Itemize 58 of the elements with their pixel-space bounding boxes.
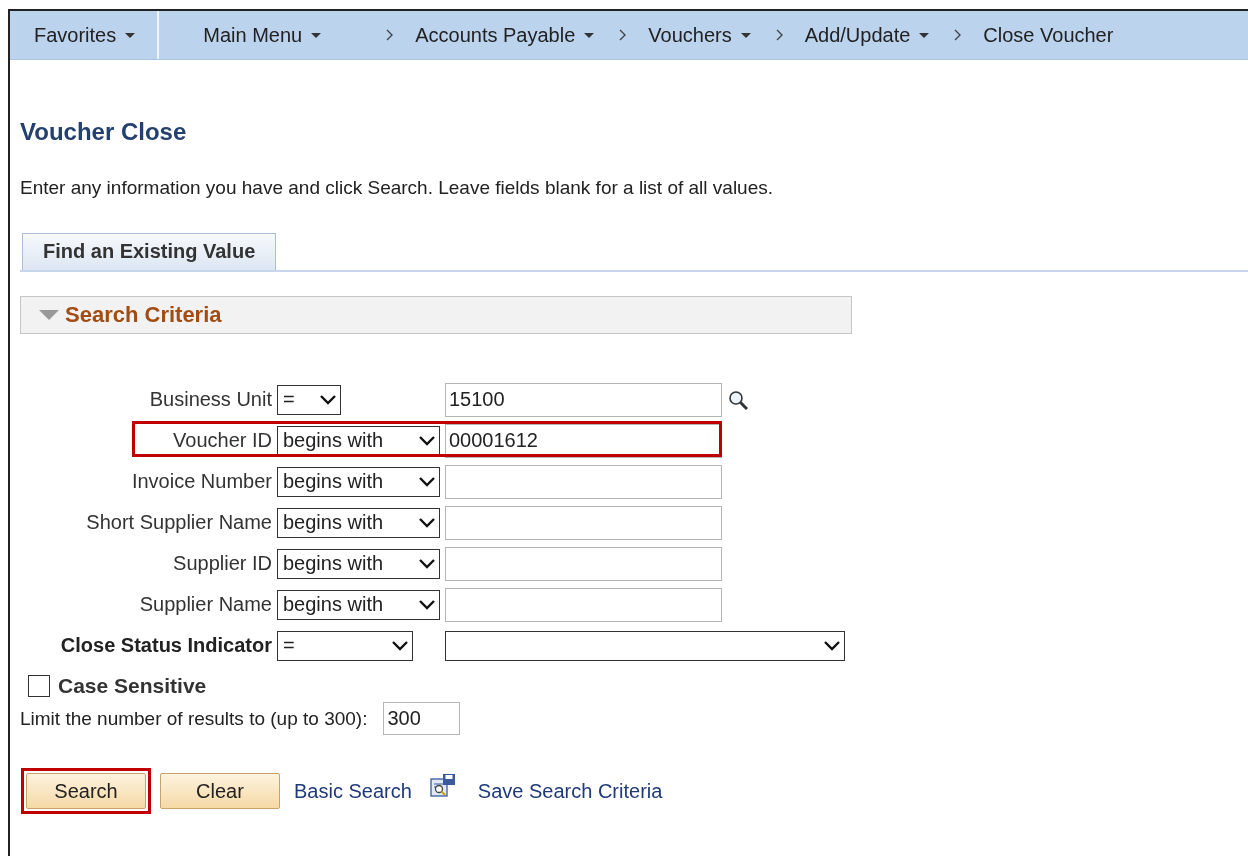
chevron-icon — [953, 28, 963, 42]
field-label: Supplier Name — [138, 593, 273, 616]
caret-icon — [311, 32, 322, 38]
chevron-down-icon — [824, 640, 840, 651]
caret-icon — [740, 32, 751, 38]
chevron-down-icon — [392, 640, 408, 651]
chevron-down-icon — [320, 394, 336, 405]
chevron-down-icon — [419, 599, 435, 610]
nav-menu-item[interactable]: Favorites — [10, 11, 160, 59]
chevron-down-icon — [419, 435, 435, 446]
nav-menu-item[interactable]: Accounts Payable — [375, 11, 605, 59]
value-field[interactable] — [445, 546, 722, 581]
limit-label: Limit the number of results to (up to 300): — [20, 707, 368, 730]
value-field[interactable] — [445, 587, 722, 622]
field-label: Business Unit — [148, 388, 273, 411]
field-label: Voucher ID — [172, 429, 273, 452]
value-dropdown[interactable] — [445, 630, 845, 661]
page-title: Voucher Close — [20, 118, 188, 146]
value-field[interactable] — [445, 464, 722, 499]
field-label: Close Status Indicator — [59, 634, 273, 657]
nav-menu-item[interactable]: Close Voucher — [943, 11, 1124, 59]
section-title: Search Criteria — [65, 302, 222, 328]
operator-dropdown[interactable]: begins with — [277, 425, 440, 456]
chevron-down-icon — [419, 558, 435, 569]
value-field[interactable] — [445, 505, 722, 540]
instructions-text: Enter any information you have and click Search. Leave fields blank for a list of all values. — [20, 177, 774, 199]
chevron-icon — [618, 28, 628, 42]
basic-search-link[interactable]: Basic Search — [294, 779, 412, 803]
chevron-down-icon — [419, 517, 435, 528]
nav-menu-item[interactable]: Add/Update — [764, 11, 940, 59]
action-button[interactable]: Clear — [160, 773, 280, 809]
field-label: Invoice Number — [130, 470, 273, 493]
value-field[interactable]: 15100 — [445, 382, 722, 417]
chevron-icon — [774, 28, 784, 42]
action-button[interactable]: Search — [26, 773, 146, 809]
limit-field[interactable]: 300 — [383, 702, 461, 735]
field-label: Short Supplier Name — [85, 511, 273, 534]
operator-dropdown[interactable]: = — [277, 384, 341, 415]
nav-menu-item[interactable]: Vouchers — [608, 11, 761, 59]
chevron-icon — [385, 28, 395, 42]
operator-dropdown[interactable]: begins with — [277, 466, 440, 497]
caret-icon — [125, 32, 136, 38]
operator-dropdown[interactable]: begins with — [277, 589, 440, 620]
save-link[interactable]: Save Search Criteria — [477, 779, 663, 803]
search-icon — [728, 389, 748, 410]
caret-icon — [584, 32, 595, 38]
chevron-down-icon — [419, 476, 435, 487]
operator-dropdown[interactable]: = — [277, 630, 413, 661]
checkbox-label: Case Sensitive — [58, 674, 207, 698]
checkbox[interactable] — [28, 675, 50, 697]
operator-dropdown[interactable]: begins with — [277, 507, 440, 538]
tab[interactable]: Find an Existing Value — [22, 233, 277, 270]
operator-dropdown[interactable]: begins with — [277, 548, 440, 579]
section-header[interactable]: Search Criteria — [20, 296, 852, 334]
nav-menu-item[interactable]: Main Menu — [163, 11, 372, 59]
caret-icon — [919, 32, 930, 38]
document-save-icon — [429, 774, 456, 798]
field-label: Supplier ID — [172, 552, 273, 575]
